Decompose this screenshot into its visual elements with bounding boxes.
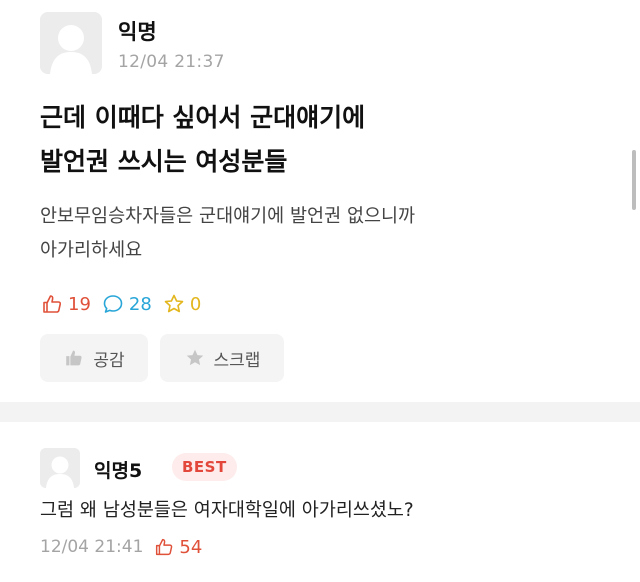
post-title-line: 근데 이때다 싶어서 군대얘기에 xyxy=(40,103,366,132)
thumbs-up-icon xyxy=(43,295,62,313)
post-title-line: 발언권 쓰시는 여성분들 xyxy=(40,147,288,176)
comment-count: 28 xyxy=(101,292,152,316)
comment-like-count: 54 xyxy=(179,536,203,558)
comment-meta: 12/04 21:41 54 xyxy=(40,536,202,558)
comment-timestamp: 12/04 21:41 xyxy=(40,537,144,557)
like-button[interactable]: 공감 xyxy=(40,334,148,382)
post-card: 익명 12/04 21:37 근데 이때다 싶어서 군대얘기에 발언권 쓰시는 … xyxy=(0,0,640,402)
scrap-button[interactable]: 스크랩 xyxy=(160,334,284,382)
like-count-value: 19 xyxy=(68,293,91,315)
like-count: 19 xyxy=(40,292,91,316)
scrollbar[interactable] xyxy=(632,150,636,210)
thumbs-up-icon xyxy=(156,538,173,556)
avatar-icon xyxy=(40,448,80,488)
avatar[interactable] xyxy=(40,448,80,488)
post-timestamp: 12/04 21:37 xyxy=(118,52,225,72)
post-body-line: 아가리하세요 xyxy=(40,240,143,261)
scrap-count-value: 0 xyxy=(189,293,202,315)
post-author: 익명 xyxy=(118,20,157,44)
best-badge: BEST xyxy=(172,453,237,481)
comment-author: 익명5 xyxy=(94,460,143,482)
avatar-icon xyxy=(40,12,102,74)
avatar[interactable] xyxy=(40,12,102,74)
post-body: 안보무임승차자들은 군대얘기에 발언권 없으니까 아가리하세요 xyxy=(40,200,620,268)
post-stats: 19 28 0 xyxy=(40,288,211,320)
thumbs-up-icon xyxy=(66,350,82,366)
comment-item: 익명5 BEST 그럼 왜 남성분들은 여자대학일에 아가리쓰셨노? 12/04… xyxy=(0,422,640,582)
comment-count-value: 28 xyxy=(128,293,152,315)
section-divider xyxy=(0,402,640,422)
scrap-count: 0 xyxy=(162,292,201,316)
scrap-button-label: 스크랩 xyxy=(213,350,261,371)
star-icon xyxy=(164,294,184,313)
comment-text: 그럼 왜 남성분들은 여자대학일에 아가리쓰셨노? xyxy=(40,500,414,521)
speech-bubble-icon xyxy=(103,295,123,313)
post-body-line: 안보무임승차자들은 군대얘기에 발언권 없으니까 xyxy=(40,206,416,227)
post-title: 근데 이때다 싶어서 군대얘기에 발언권 쓰시는 여성분들 xyxy=(40,96,620,184)
star-icon xyxy=(186,349,203,366)
like-button-label: 공감 xyxy=(93,350,125,371)
